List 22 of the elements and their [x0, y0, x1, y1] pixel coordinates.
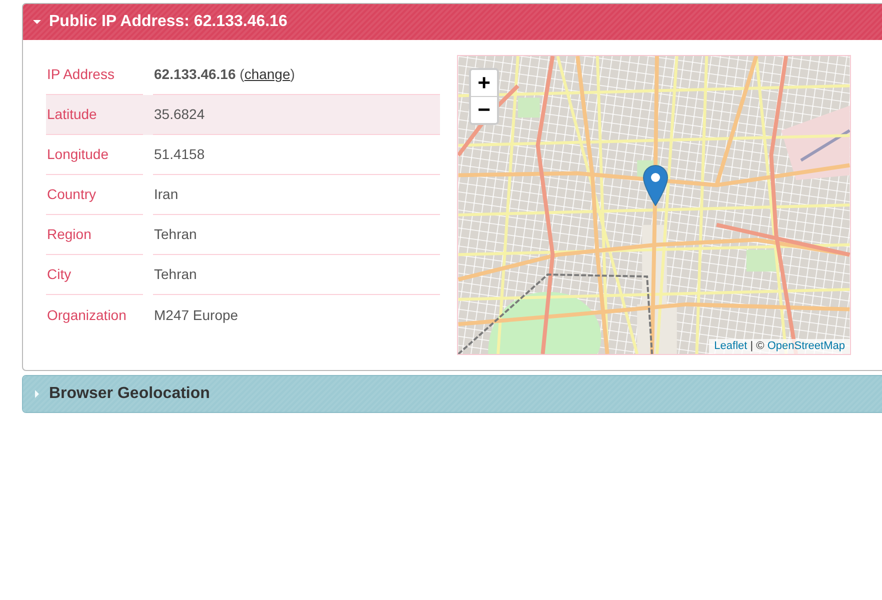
field-value: M247 Europe — [153, 306, 240, 325]
caret-down-icon — [33, 20, 41, 24]
openstreetmap-link[interactable]: OpenStreetMap — [767, 340, 845, 352]
field-value: 51.4158 — [153, 135, 440, 175]
field-label: Organization — [46, 306, 128, 325]
caret-right-icon — [35, 390, 39, 398]
field-label: Latitude — [46, 95, 143, 135]
field-value: 35.6824 — [153, 95, 440, 135]
field-label: Country — [46, 175, 143, 215]
field-value: Tehran — [153, 255, 440, 295]
field-label: City — [46, 255, 143, 295]
map-attribution: Leaflet | © OpenStreetMap — [709, 339, 850, 354]
change-link[interactable]: change — [244, 66, 290, 82]
leaflet-link[interactable]: Leaflet — [714, 340, 748, 352]
panel-header[interactable]: Public IP Address: 62.133.46.16 — [23, 4, 882, 40]
field-label: Region — [46, 215, 143, 255]
field-value: Tehran — [153, 215, 440, 255]
zoom-in-button[interactable]: + — [471, 70, 497, 97]
panel-header[interactable]: Browser Geolocation — [23, 376, 882, 412]
field-label: Longitude — [46, 135, 143, 175]
map-marker-icon[interactable] — [643, 165, 668, 206]
field-value: Iran — [153, 175, 440, 215]
